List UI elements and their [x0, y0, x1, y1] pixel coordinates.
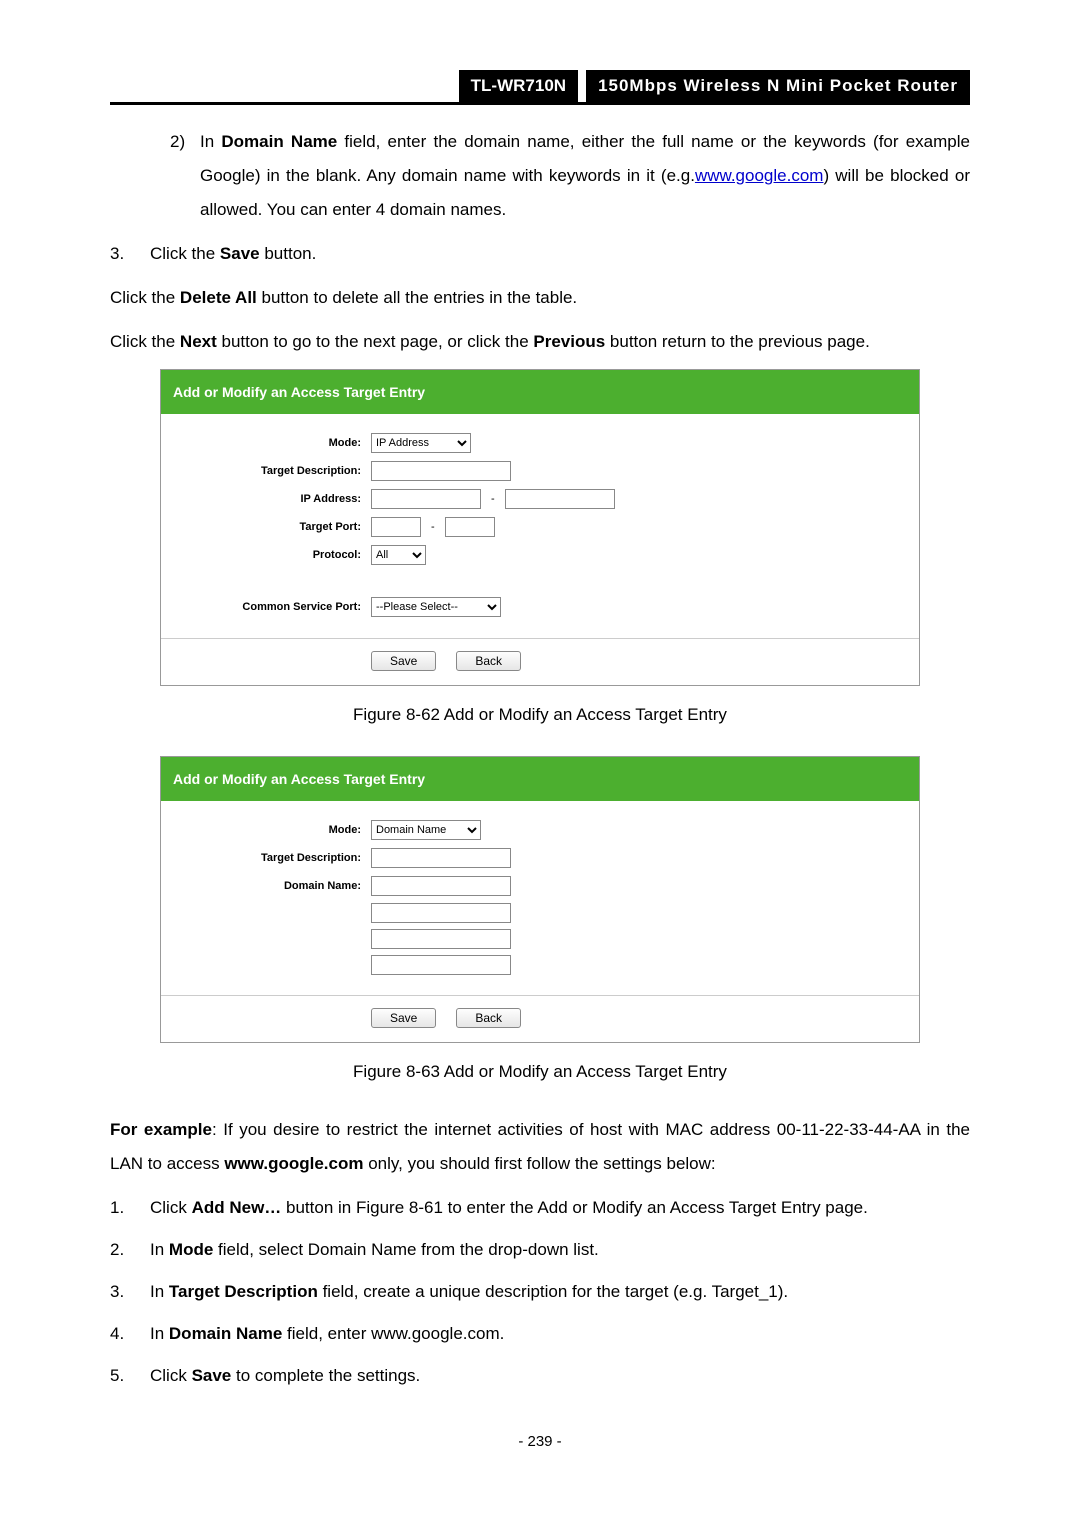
list-item-2: 2)In Domain Name field, enter the domain…	[200, 125, 970, 227]
router-panel-ip: Add or Modify an Access Target Entry Mod…	[160, 369, 920, 686]
model-badge: TL-WR710N	[459, 70, 578, 102]
example-step-5: 5.Click Save to complete the settings.	[150, 1359, 970, 1393]
domain-input-3[interactable]	[371, 929, 511, 949]
panel-title: Add or Modify an Access Target Entry	[161, 370, 919, 414]
ip-to-input[interactable]	[505, 489, 615, 509]
router-panel-domain: Add or Modify an Access Target Entry Mod…	[160, 756, 920, 1043]
port-to-input[interactable]	[445, 517, 495, 537]
protocol-select[interactable]: All	[371, 545, 426, 565]
label-target-desc: Target Description:	[161, 460, 371, 482]
mode-select[interactable]: Domain Name	[371, 820, 481, 840]
google-link[interactable]: www.google.com	[695, 166, 824, 185]
panel-title: Add or Modify an Access Target Entry	[161, 757, 919, 801]
example-step-1: 1.Click Add New… button in Figure 8-61 t…	[150, 1191, 970, 1225]
label-target-desc: Target Description:	[161, 847, 371, 869]
para-delete-all: Click the Delete All button to delete al…	[110, 281, 970, 315]
example-step-3: 3.In Target Description field, create a …	[150, 1275, 970, 1309]
label-ip: IP Address:	[161, 488, 371, 510]
mode-select[interactable]: IP Address	[371, 433, 471, 453]
dash-icon: -	[487, 488, 499, 510]
label-mode: Mode:	[161, 819, 371, 841]
save-button[interactable]: Save	[371, 1008, 436, 1028]
example-paragraph: For example: If you desire to restrict t…	[110, 1113, 970, 1181]
para-nav: Click the Next button to go to the next …	[110, 325, 970, 359]
label-protocol: Protocol:	[161, 544, 371, 566]
common-port-select[interactable]: --Please Select--	[371, 597, 501, 617]
domain-input-2[interactable]	[371, 903, 511, 923]
domain-input-1[interactable]	[371, 876, 511, 896]
model-desc: 150Mbps Wireless N Mini Pocket Router	[586, 70, 970, 102]
target-desc-input[interactable]	[371, 461, 511, 481]
page-number: - 239 -	[110, 1433, 970, 1450]
back-button[interactable]: Back	[456, 1008, 521, 1028]
domain-input-4[interactable]	[371, 955, 511, 975]
label-mode: Mode:	[161, 432, 371, 454]
figure-caption-62: Figure 8-62 Add or Modify an Access Targ…	[110, 698, 970, 732]
figure-caption-63: Figure 8-63 Add or Modify an Access Targ…	[110, 1055, 970, 1089]
target-desc-input[interactable]	[371, 848, 511, 868]
save-button[interactable]: Save	[371, 651, 436, 671]
label-domain: Domain Name:	[161, 875, 371, 897]
marker: 2)	[170, 125, 200, 159]
label-common-port: Common Service Port:	[161, 596, 371, 618]
list-item-3: 3.Click the Save button.	[150, 237, 970, 271]
label-port: Target Port:	[161, 516, 371, 538]
example-step-4: 4.In Domain Name field, enter www.google…	[150, 1317, 970, 1351]
port-from-input[interactable]	[371, 517, 421, 537]
doc-header: TL-WR710N 150Mbps Wireless N Mini Pocket…	[110, 70, 970, 105]
example-step-2: 2.In Mode field, select Domain Name from…	[150, 1233, 970, 1267]
ip-from-input[interactable]	[371, 489, 481, 509]
back-button[interactable]: Back	[456, 651, 521, 671]
dash-icon: -	[427, 516, 439, 538]
